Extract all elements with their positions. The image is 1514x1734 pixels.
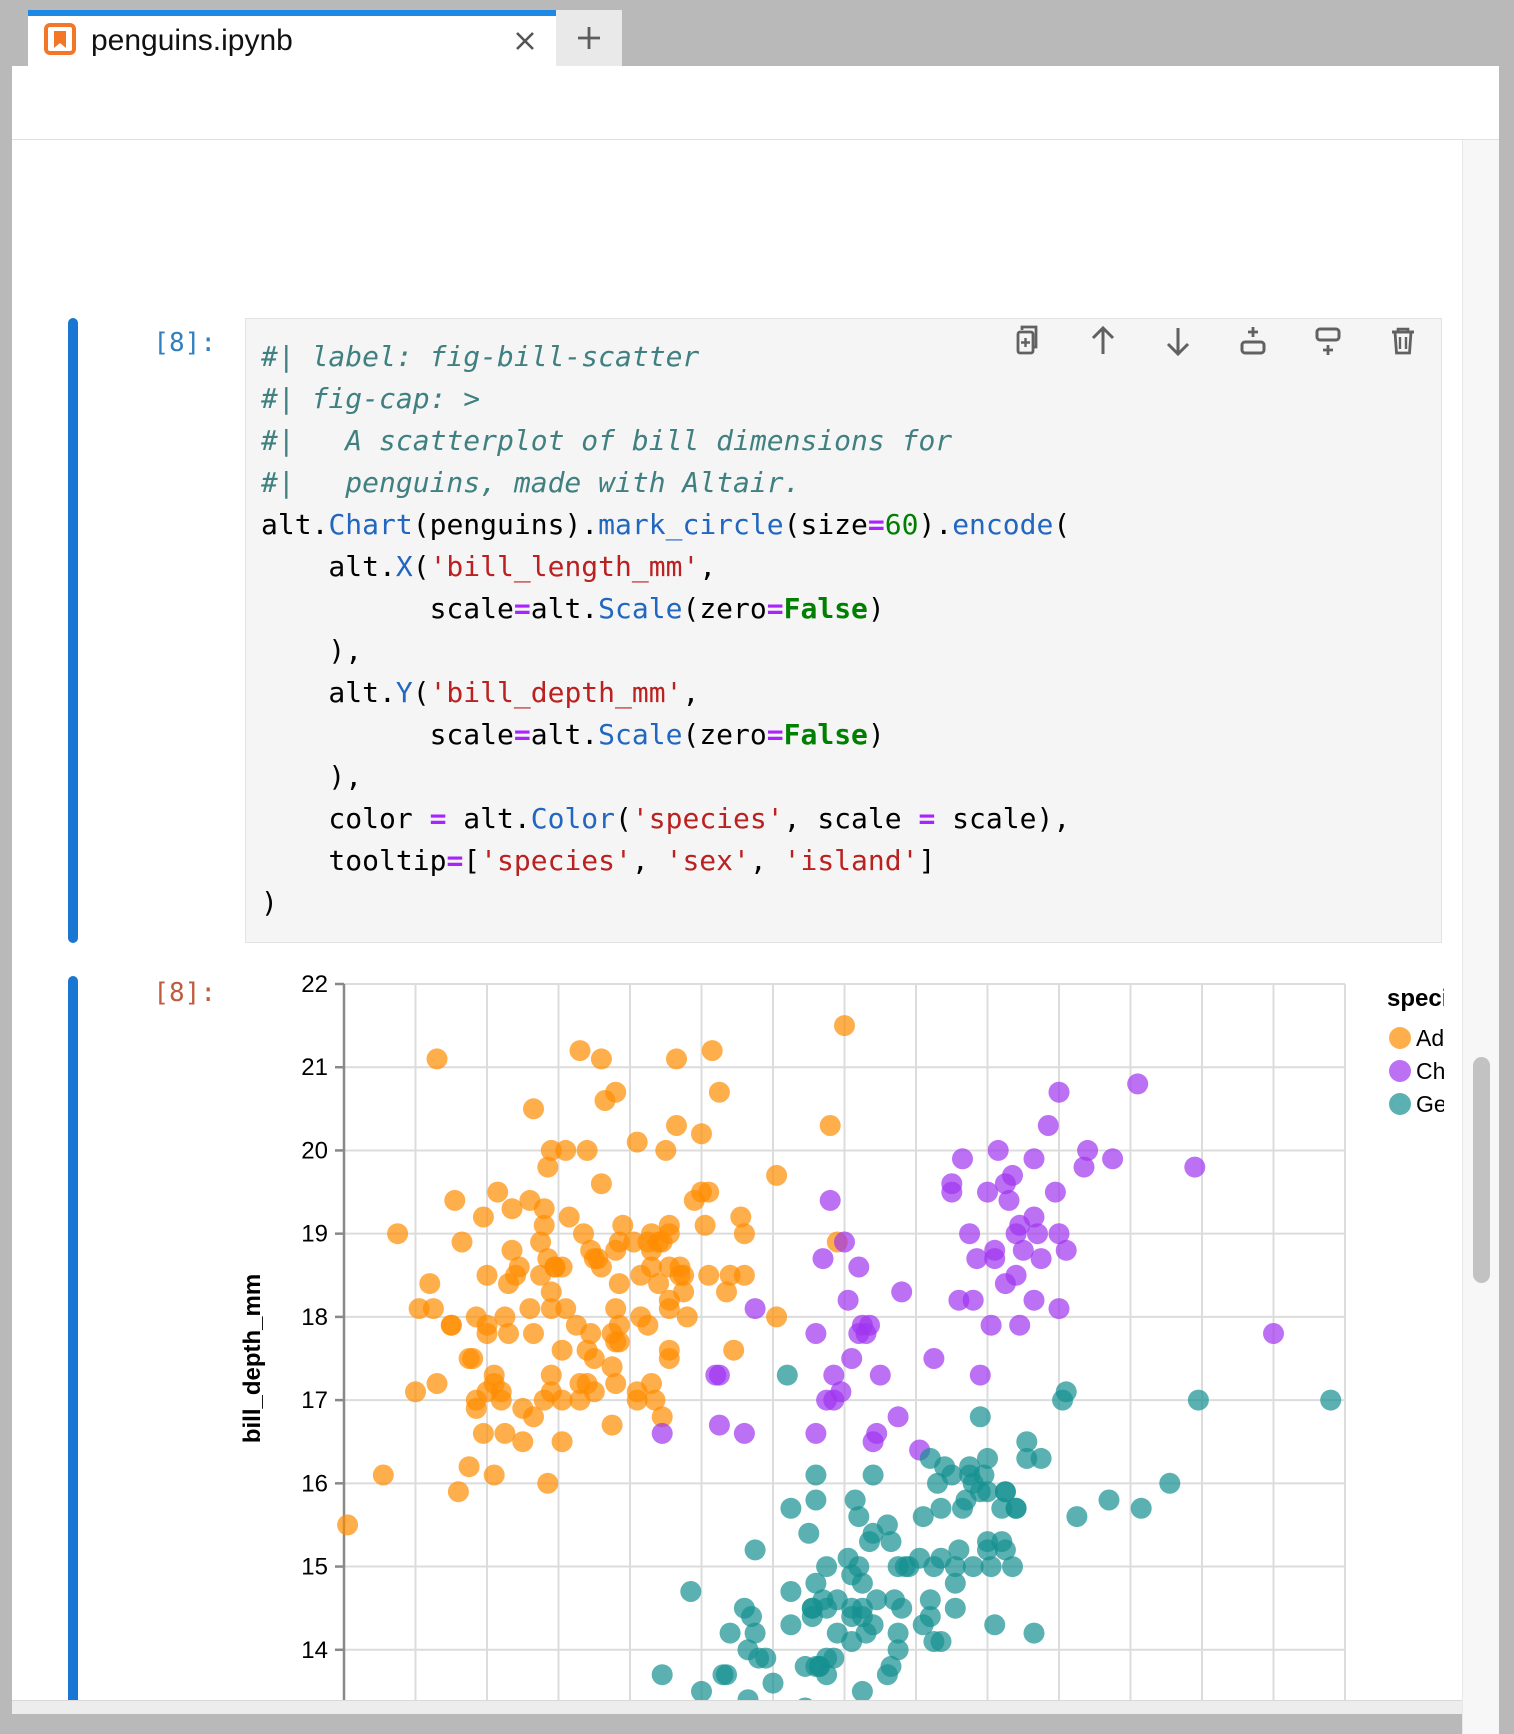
plus-icon [572, 21, 606, 55]
svg-text:Adelie: Adelie [1416, 1025, 1444, 1051]
svg-text:17: 17 [301, 1387, 328, 1414]
svg-text:species: species [1387, 985, 1444, 1012]
input-collapser[interactable] [68, 318, 78, 943]
close-tab-icon[interactable] [508, 24, 542, 58]
insert-above-icon [1233, 321, 1273, 361]
delete-cell-button[interactable] [1381, 319, 1425, 363]
svg-text:15: 15 [301, 1554, 328, 1581]
vertical-scrollbar-track[interactable] [1462, 140, 1499, 1734]
svg-text:Gentoo: Gentoo [1416, 1091, 1444, 1117]
horizontal-scrollbar-track[interactable] [12, 1700, 1462, 1714]
duplicate-cell-button[interactable] [1006, 319, 1050, 363]
output-collapser[interactable] [68, 976, 78, 1700]
insert-cell-below-button[interactable] [1306, 319, 1350, 363]
arrow-down-icon [1158, 321, 1198, 361]
arrow-up-icon [1083, 321, 1123, 361]
svg-text:19: 19 [301, 1221, 328, 1248]
svg-text:14: 14 [301, 1637, 328, 1664]
vertical-scrollbar-thumb[interactable] [1473, 1057, 1490, 1283]
notebook-file-icon [42, 21, 78, 62]
cell-toolbar [1006, 319, 1425, 363]
svg-text:bill_depth_mm: bill_depth_mm [239, 1274, 266, 1443]
output-prompt: [8]: [116, 978, 216, 1008]
svg-text:16: 16 [301, 1470, 328, 1497]
tab-title: penguins.ipynb [91, 24, 508, 58]
new-tab-button[interactable] [556, 10, 622, 66]
move-cell-up-button[interactable] [1081, 319, 1125, 363]
svg-text:Chinstrap: Chinstrap [1416, 1058, 1444, 1084]
bill-scatter-chart: 3234363840424446485052545658601314151617… [232, 952, 1444, 1700]
input-prompt: [8]: [116, 328, 216, 358]
duplicate-cell-icon [1008, 321, 1048, 361]
trash-icon [1383, 321, 1423, 361]
tab-penguins-notebook[interactable]: penguins.ipynb [28, 10, 556, 66]
insert-cell-above-button[interactable] [1231, 319, 1275, 363]
notebook-scroll-area: [8]: #| label: fig-bill-scatter#| fig-ca… [12, 140, 1462, 1700]
insert-below-icon [1308, 321, 1348, 361]
jupyterlab-window: { "window": { "tab": { "title": "penguin… [0, 0, 1514, 1734]
svg-text:21: 21 [301, 1054, 328, 1081]
svg-text:20: 20 [301, 1137, 328, 1164]
code-editor[interactable]: #| label: fig-bill-scatter#| fig-cap: >#… [245, 318, 1442, 943]
move-cell-down-button[interactable] [1156, 319, 1200, 363]
svg-text:18: 18 [301, 1304, 328, 1331]
svg-text:22: 22 [301, 971, 328, 998]
notebook-toolbar: Code Python 3 (ipykernel) [12, 66, 1499, 140]
